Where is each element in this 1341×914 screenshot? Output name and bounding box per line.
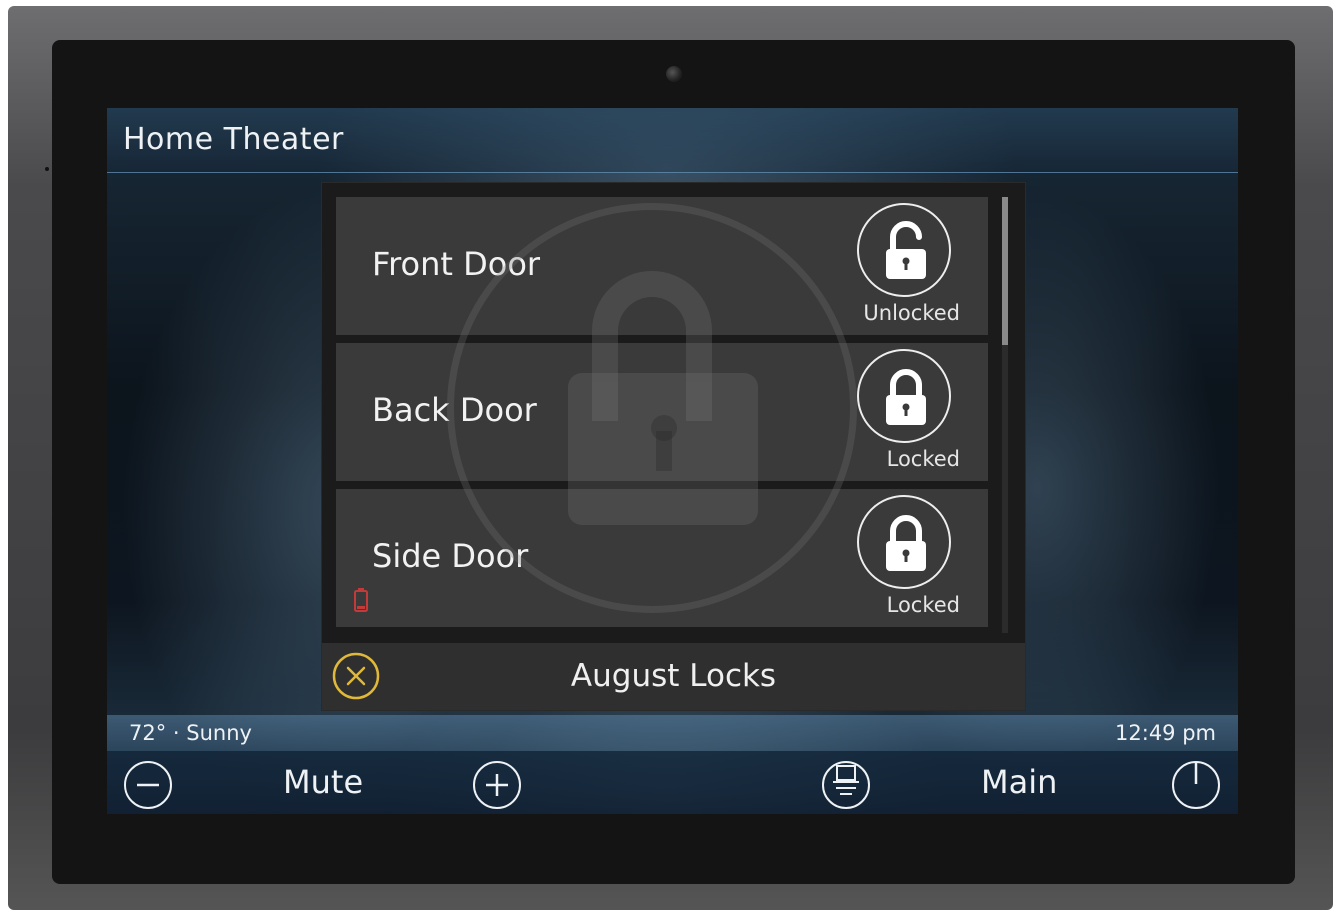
keyhole-slot xyxy=(656,431,672,471)
lock-state: Locked xyxy=(886,593,960,617)
touch-screen: Home Theater Front Door Unlocked Back Do… xyxy=(107,108,1238,814)
power-icon[interactable] xyxy=(1171,760,1221,810)
lock-toggle-button[interactable] xyxy=(857,349,951,443)
locks-modal: Front Door Unlocked Back Door Locked Sid… xyxy=(321,182,1026,711)
lock-toggle-button[interactable] xyxy=(857,203,951,297)
title-bar: Home Theater xyxy=(107,108,1238,173)
clock: 12:49 pm xyxy=(1115,721,1216,745)
room-title: Home Theater xyxy=(123,122,344,157)
low-battery-icon xyxy=(354,588,368,612)
weather-status: 72° · Sunny xyxy=(129,721,252,745)
lock-name: Front Door xyxy=(372,245,541,283)
lock-closed-icon xyxy=(886,369,926,425)
mute-button[interactable]: Mute xyxy=(283,763,363,801)
lock-closed-icon xyxy=(886,515,926,571)
modal-title: August Locks xyxy=(570,658,777,694)
control-bar: Mute Main xyxy=(107,751,1238,814)
scroll-thumb[interactable] xyxy=(1002,197,1008,345)
status-strip: 72° · Sunny 12:49 pm xyxy=(107,715,1238,751)
lock-state: Locked xyxy=(886,447,960,471)
plus-circle-icon[interactable] xyxy=(472,760,522,810)
lock-list-scrollbar[interactable] xyxy=(1002,197,1008,633)
modal-footer: August Locks xyxy=(322,643,1025,710)
lock-toggle-button[interactable] xyxy=(857,495,951,589)
source-icon[interactable] xyxy=(821,760,871,810)
lock-name: Side Door xyxy=(372,537,529,575)
camera-icon xyxy=(666,66,682,82)
lock-open-icon xyxy=(886,221,926,279)
lock-state: Unlocked xyxy=(863,301,960,325)
minus-circle-icon[interactable] xyxy=(123,760,173,810)
sensor-dot xyxy=(45,167,49,171)
main-button[interactable]: Main xyxy=(981,763,1057,801)
lock-name: Back Door xyxy=(372,391,537,429)
